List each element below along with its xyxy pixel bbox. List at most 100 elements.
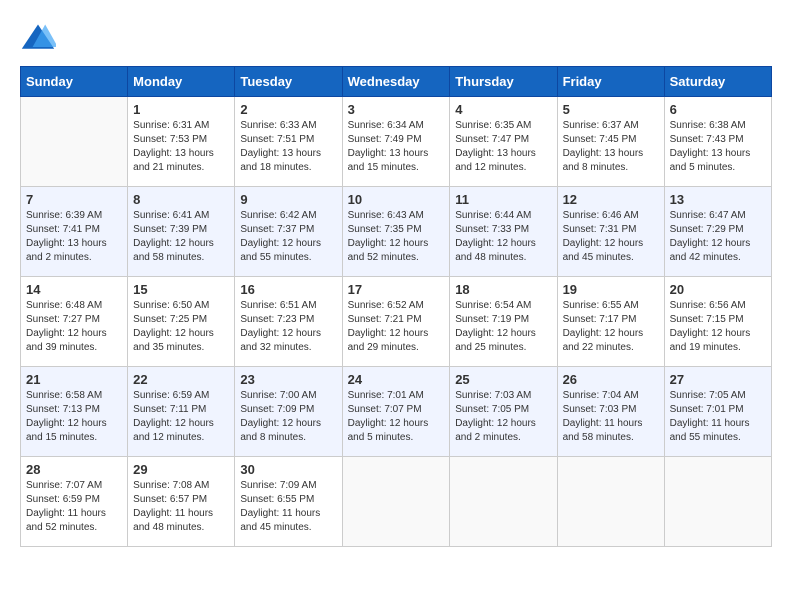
day-info: Sunrise: 6:52 AM Sunset: 7:21 PM Dayligh… <box>348 299 445 355</box>
day-header-thursday: Thursday <box>450 67 557 97</box>
calendar-week-row: 28Sunrise: 7:07 AM Sunset: 6:59 PM Dayli… <box>21 457 772 547</box>
calendar-cell: 1 Sunrise: 6:31 AM Sunset: 7:53 PM Daylig… <box>128 97 235 187</box>
calendar-cell: 17 Sunrise: 6:52 AM Sunset: 7:21 PM Dayli… <box>342 277 450 367</box>
day-number: 7 <box>26 192 122 207</box>
day-info: Sunrise: 6:38 AM Sunset: 7:43 PM Dayligh… <box>670 119 766 175</box>
day-number: 25 <box>455 372 551 387</box>
day-number: 5 <box>563 102 659 117</box>
day-number: 17 <box>348 282 445 297</box>
day-number: 21 <box>26 372 122 387</box>
day-number: 1 <box>133 102 229 117</box>
day-number: 15 <box>133 282 229 297</box>
day-info: Sunrise: 6:39 AM Sunset: 7:41 PM Dayligh… <box>26 209 122 265</box>
day-header-sunday: Sunday <box>21 67 128 97</box>
calendar-cell: 13 Sunrise: 6:47 AM Sunset: 7:29 PM Dayli… <box>664 187 771 277</box>
day-info: Sunrise: 6:50 AM Sunset: 7:25 PM Dayligh… <box>133 299 229 355</box>
calendar-cell: 25 Sunrise: 7:03 AM Sunset: 7:05 PM Dayli… <box>450 367 557 457</box>
day-info: Sunrise: 6:58 AM Sunset: 7:13 PM Dayligh… <box>26 389 122 445</box>
day-number: 26 <box>563 372 659 387</box>
day-number: 10 <box>348 192 445 207</box>
day-number: 12 <box>563 192 659 207</box>
day-number: 19 <box>563 282 659 297</box>
calendar-cell: 8 Sunrise: 6:41 AM Sunset: 7:39 PM Daylig… <box>128 187 235 277</box>
calendar-cell: 26 Sunrise: 7:04 AM Sunset: 7:03 PM Dayli… <box>557 367 664 457</box>
day-info: Sunrise: 6:37 AM Sunset: 7:45 PM Dayligh… <box>563 119 659 175</box>
day-info: Sunrise: 7:09 AM Sunset: 6:55 PM Dayligh… <box>240 479 336 535</box>
calendar-cell <box>557 457 664 547</box>
day-number: 11 <box>455 192 551 207</box>
day-number: 23 <box>240 372 336 387</box>
day-info: Sunrise: 7:03 AM Sunset: 7:05 PM Dayligh… <box>455 389 551 445</box>
day-info: Sunrise: 6:55 AM Sunset: 7:17 PM Dayligh… <box>563 299 659 355</box>
day-info: Sunrise: 6:41 AM Sunset: 7:39 PM Dayligh… <box>133 209 229 265</box>
calendar-cell: 30 Sunrise: 7:09 AM Sunset: 6:55 PM Dayli… <box>235 457 342 547</box>
day-info: Sunrise: 6:35 AM Sunset: 7:47 PM Dayligh… <box>455 119 551 175</box>
day-number: 20 <box>670 282 766 297</box>
day-number: 8 <box>133 192 229 207</box>
day-info: Sunrise: 7:05 AM Sunset: 7:01 PM Dayligh… <box>670 389 766 445</box>
day-info: Sunrise: 6:34 AM Sunset: 7:49 PM Dayligh… <box>348 119 445 175</box>
calendar-cell: 6 Sunrise: 6:38 AM Sunset: 7:43 PM Daylig… <box>664 97 771 187</box>
logo-icon <box>20 20 56 56</box>
calendar-cell <box>342 457 450 547</box>
calendar-cell: 24Sunrise: 7:01 AM Sunset: 7:07 PM Dayli… <box>342 367 450 457</box>
day-number: 16 <box>240 282 336 297</box>
calendar-header-row: SundayMondayTuesdayWednesdayThursdayFrid… <box>21 67 772 97</box>
calendar-cell: 20 Sunrise: 6:56 AM Sunset: 7:15 PM Dayli… <box>664 277 771 367</box>
calendar-week-row: 1 Sunrise: 6:31 AM Sunset: 7:53 PM Daylig… <box>21 97 772 187</box>
day-info: Sunrise: 6:44 AM Sunset: 7:33 PM Dayligh… <box>455 209 551 265</box>
logo <box>20 20 62 56</box>
day-info: Sunrise: 6:54 AM Sunset: 7:19 PM Dayligh… <box>455 299 551 355</box>
day-info: Sunrise: 6:51 AM Sunset: 7:23 PM Dayligh… <box>240 299 336 355</box>
day-info: Sunrise: 6:48 AM Sunset: 7:27 PM Dayligh… <box>26 299 122 355</box>
calendar-cell: 2 Sunrise: 6:33 AM Sunset: 7:51 PM Daylig… <box>235 97 342 187</box>
day-info: Sunrise: 6:47 AM Sunset: 7:29 PM Dayligh… <box>670 209 766 265</box>
calendar-cell: 14 Sunrise: 6:48 AM Sunset: 7:27 PM Dayli… <box>21 277 128 367</box>
day-info: Sunrise: 7:00 AM Sunset: 7:09 PM Dayligh… <box>240 389 336 445</box>
day-header-tuesday: Tuesday <box>235 67 342 97</box>
calendar-cell: 9Sunrise: 6:42 AM Sunset: 7:37 PM Daylig… <box>235 187 342 277</box>
day-info: Sunrise: 6:31 AM Sunset: 7:53 PM Dayligh… <box>133 119 229 175</box>
calendar-cell: 5 Sunrise: 6:37 AM Sunset: 7:45 PM Daylig… <box>557 97 664 187</box>
page-header <box>20 20 772 56</box>
day-number: 18 <box>455 282 551 297</box>
day-info: Sunrise: 7:04 AM Sunset: 7:03 PM Dayligh… <box>563 389 659 445</box>
calendar-cell: 12 Sunrise: 6:46 AM Sunset: 7:31 PM Dayli… <box>557 187 664 277</box>
calendar-cell: 29 Sunrise: 7:08 AM Sunset: 6:57 PM Dayli… <box>128 457 235 547</box>
day-number: 24 <box>348 372 445 387</box>
day-number: 29 <box>133 462 229 477</box>
day-info: Sunrise: 6:42 AM Sunset: 7:37 PM Dayligh… <box>240 209 336 265</box>
day-info: Sunrise: 7:08 AM Sunset: 6:57 PM Dayligh… <box>133 479 229 535</box>
calendar-cell: 22 Sunrise: 6:59 AM Sunset: 7:11 PM Dayli… <box>128 367 235 457</box>
day-number: 4 <box>455 102 551 117</box>
day-info: Sunrise: 6:56 AM Sunset: 7:15 PM Dayligh… <box>670 299 766 355</box>
calendar-cell <box>450 457 557 547</box>
day-header-saturday: Saturday <box>664 67 771 97</box>
day-info: Sunrise: 6:59 AM Sunset: 7:11 PM Dayligh… <box>133 389 229 445</box>
calendar-cell: 18 Sunrise: 6:54 AM Sunset: 7:19 PM Dayli… <box>450 277 557 367</box>
calendar-cell: 28Sunrise: 7:07 AM Sunset: 6:59 PM Dayli… <box>21 457 128 547</box>
day-number: 27 <box>670 372 766 387</box>
calendar-cell <box>664 457 771 547</box>
day-number: 22 <box>133 372 229 387</box>
calendar-table: SundayMondayTuesdayWednesdayThursdayFrid… <box>20 66 772 547</box>
calendar-cell: 23 Sunrise: 7:00 AM Sunset: 7:09 PM Dayli… <box>235 367 342 457</box>
day-info: Sunrise: 6:46 AM Sunset: 7:31 PM Dayligh… <box>563 209 659 265</box>
calendar-cell: 15 Sunrise: 6:50 AM Sunset: 7:25 PM Dayli… <box>128 277 235 367</box>
day-number: 13 <box>670 192 766 207</box>
day-number: 14 <box>26 282 122 297</box>
day-info: Sunrise: 6:43 AM Sunset: 7:35 PM Dayligh… <box>348 209 445 265</box>
calendar-cell: 3 Sunrise: 6:34 AM Sunset: 7:49 PM Daylig… <box>342 97 450 187</box>
day-number: 30 <box>240 462 336 477</box>
day-number: 2 <box>240 102 336 117</box>
calendar-week-row: 21 Sunrise: 6:58 AM Sunset: 7:13 PM Dayli… <box>21 367 772 457</box>
calendar-cell: 7 Sunrise: 6:39 AM Sunset: 7:41 PM Daylig… <box>21 187 128 277</box>
day-number: 3 <box>348 102 445 117</box>
calendar-cell: 19 Sunrise: 6:55 AM Sunset: 7:17 PM Dayli… <box>557 277 664 367</box>
day-info: Sunrise: 6:33 AM Sunset: 7:51 PM Dayligh… <box>240 119 336 175</box>
calendar-week-row: 7 Sunrise: 6:39 AM Sunset: 7:41 PM Daylig… <box>21 187 772 277</box>
calendar-cell: 10 Sunrise: 6:43 AM Sunset: 7:35 PM Dayli… <box>342 187 450 277</box>
day-number: 6 <box>670 102 766 117</box>
day-info: Sunrise: 7:07 AM Sunset: 6:59 PM Dayligh… <box>26 479 122 535</box>
calendar-cell: 27 Sunrise: 7:05 AM Sunset: 7:01 PM Dayli… <box>664 367 771 457</box>
